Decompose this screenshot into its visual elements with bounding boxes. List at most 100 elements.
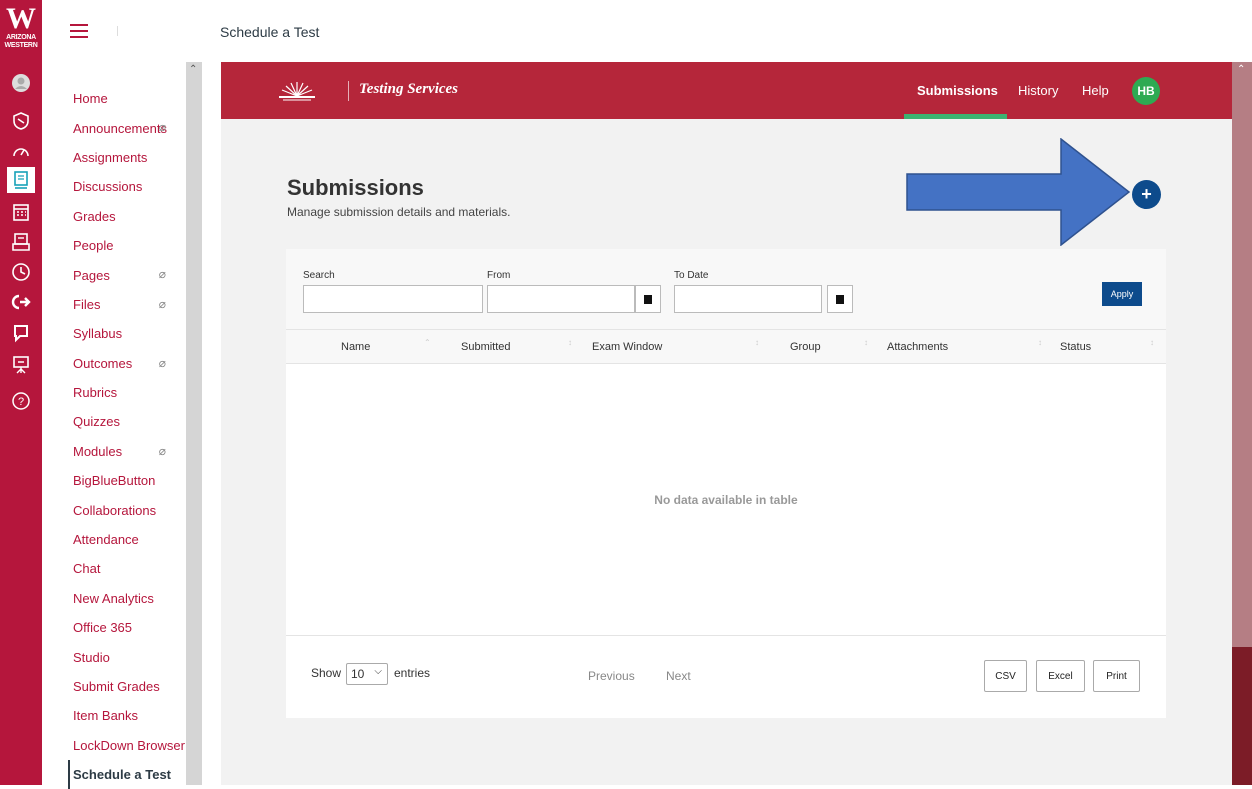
course-nav-list: Home Announcements ⌀ Assignments Discussions… [42,84,186,789]
sort-icon[interactable]: ↕ [864,339,868,347]
to-date-label: To Date [674,270,709,281]
course-nav-item-label: Submit Grades [73,679,160,694]
course-nav-item-label: Outcomes [73,355,133,371]
course-nav-item[interactable]: Assignments [42,143,186,172]
course-nav-item-label: People [73,238,114,254]
page-title: Submissions [287,175,424,200]
account-icon[interactable] [7,70,35,96]
course-nav-item-label: Rubrics [73,385,118,401]
sort-icon[interactable]: ↕ [568,339,572,347]
course-nav-item-label: New Analytics [73,590,154,606]
course-nav-item[interactable]: Grades [42,202,186,231]
course-nav-item-label: Schedule a Test [73,767,172,783]
course-nav-item[interactable]: Studio [42,642,186,671]
column-header[interactable]: Exam Window [592,341,662,353]
history-icon[interactable] [7,259,35,285]
nav-history[interactable]: History [1018,83,1058,98]
course-nav-item[interactable]: Files ⌀ [42,290,186,319]
to-date-input[interactable] [674,285,822,313]
user-avatar[interactable]: HB [1132,77,1160,105]
course-nav-item-label: Collaborations [73,502,157,518]
course-nav-item[interactable]: Pages ⌀ [42,260,186,289]
sort-icon[interactable]: ↕ [755,339,759,347]
search-input[interactable] [303,285,483,313]
course-nav-item[interactable]: Syllabus [42,319,186,348]
hidden-eye-icon: ⌀ [158,267,166,282]
hidden-eye-icon: ⌀ [158,296,166,311]
course-nav-item-label: Grades [73,208,116,224]
app-brand-name[interactable]: Testing Services [359,81,458,98]
course-nav-item-label: Assignments [73,149,148,165]
course-nav-item[interactable]: BigBlueButton [42,466,186,495]
previous-page-button[interactable]: Previous [588,669,635,683]
add-submission-button[interactable]: + [1132,180,1161,209]
course-nav-item[interactable]: Attendance [42,525,186,554]
scroll-up-icon[interactable]: ⌃ [189,64,197,75]
logo-text: ARIZONA WESTERN [4,34,38,49]
apply-button[interactable]: Apply [1102,282,1142,306]
course-nav-item[interactable]: Rubrics [42,378,186,407]
course-nav-item[interactable]: Office 365 [42,613,186,642]
nav-submissions[interactable]: Submissions [917,83,998,98]
course-nav-item[interactable]: Discussions [42,172,186,201]
sort-icon[interactable]: ↕ [1150,339,1154,347]
column-header[interactable]: Group [790,341,821,353]
dashboard-icon[interactable] [7,139,35,165]
breadcrumb[interactable]: Schedule a Test [220,24,319,40]
page-length-select[interactable]: 10 ⌵ [346,663,388,685]
course-nav-item-label: Pages [73,267,110,283]
course-nav-scrollbar[interactable]: ⌃ [186,62,202,785]
sort-icon[interactable]: ⌃ [424,339,431,347]
scroll-up-icon[interactable]: ⌃ [1237,64,1245,75]
submissions-card: Search From To Date Apply Name ⌃ Submitt… [286,249,1166,718]
sort-icon[interactable]: ↕ [1038,339,1042,347]
active-tab-underline [904,114,1007,119]
course-nav-item-label: Files [73,296,101,312]
to-calendar-icon[interactable] [827,285,853,313]
hidden-eye-icon: ⌀ [158,355,166,370]
course-nav-item[interactable]: New Analytics [42,584,186,613]
entries-label: entries [394,666,431,680]
college-logo[interactable]: W ARIZONA WESTERN [2,4,40,62]
course-nav-item[interactable]: Outcomes ⌀ [42,349,186,378]
help-icon[interactable]: ? [7,388,35,414]
column-header[interactable]: Name [341,341,370,353]
top-header: Schedule a Test [42,0,1252,62]
commons-icon[interactable] [7,289,35,315]
hamburger-menu-icon[interactable] [70,24,88,38]
from-date-input[interactable] [487,285,635,313]
course-nav-item-label: Home [73,91,108,107]
inbox-icon[interactable] [7,229,35,255]
studio-icon[interactable] [7,320,35,346]
admin-icon[interactable] [7,108,35,134]
chevron-down-icon: ⌵ [374,666,382,677]
course-nav-item[interactable]: Chat [42,554,186,583]
column-header[interactable]: Submitted [461,341,511,353]
page-scrollbar[interactable]: ⌃ [1232,62,1252,785]
course-nav-item[interactable]: Announcements ⌀ [42,113,186,142]
course-nav-item[interactable]: Submit Grades [42,672,186,701]
ti-icon[interactable] [7,352,35,378]
nav-help[interactable]: Help [1082,83,1109,98]
excel-button[interactable]: Excel [1036,660,1085,692]
next-page-button[interactable]: Next [666,669,691,683]
csv-button[interactable]: CSV [984,660,1027,692]
search-label: Search [303,270,335,281]
scrollbar-thumb[interactable] [1232,647,1252,785]
course-nav-item[interactable]: LockDown Browser [42,731,186,760]
column-header[interactable]: Status [1060,341,1091,353]
print-button[interactable]: Print [1093,660,1140,692]
course-nav-item[interactable]: Quizzes [42,407,186,436]
calendar-icon[interactable] [7,199,35,225]
course-nav-item[interactable]: Collaborations [42,495,186,524]
course-nav-item[interactable]: Item Banks [42,701,186,730]
courses-icon[interactable] [7,167,35,193]
logo-letter: W [6,2,36,35]
course-nav-item-label: Quizzes [73,414,120,430]
course-nav-item-label: Syllabus [73,326,123,342]
course-nav-item[interactable]: Modules ⌀ [42,437,186,466]
course-nav-item[interactable]: Home [42,84,186,113]
column-header[interactable]: Attachments [887,341,948,353]
course-nav-item[interactable]: People [42,231,186,260]
from-calendar-icon[interactable] [635,285,661,313]
